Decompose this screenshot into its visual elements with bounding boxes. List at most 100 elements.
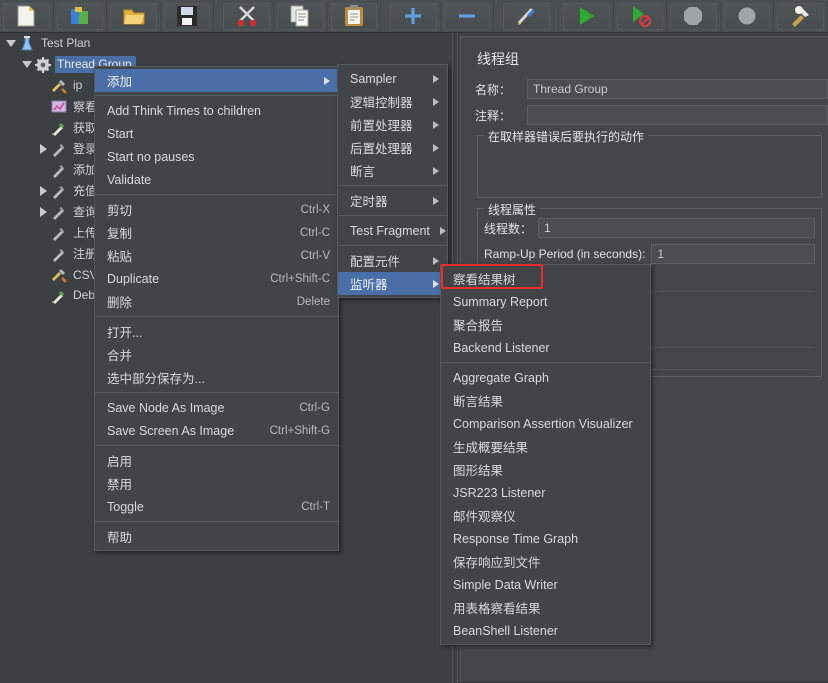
menu-item[interactable]: 删除 Delete <box>95 290 338 313</box>
menu-item-accelerator: Ctrl-G <box>299 401 330 414</box>
tree-item-label: ip <box>73 78 83 92</box>
controller-icon <box>53 164 64 178</box>
menu-item[interactable]: 配置元件 <box>338 249 447 272</box>
config-element-icon <box>52 79 67 94</box>
menu-separator <box>95 194 338 195</box>
menu-item-label: Save Screen As Image <box>107 423 235 438</box>
menu-item[interactable]: 察看结果树 <box>441 267 650 290</box>
expand-all-button[interactable] <box>387 0 441 32</box>
chevron-down-icon[interactable] <box>4 33 18 54</box>
menu-item[interactable]: Test Fragment <box>338 219 447 242</box>
submenu-arrow-icon <box>433 196 439 205</box>
menu-item[interactable]: 选中部分保存为... <box>95 366 338 389</box>
menu-item[interactable]: 定时器 <box>338 189 447 212</box>
tree-item-label: Test Plan <box>41 36 91 50</box>
menu-item-label: Test Fragment <box>350 223 430 238</box>
chevron-down-icon[interactable] <box>20 54 34 75</box>
menu-item[interactable]: 聚合报告 <box>441 313 650 336</box>
tree-item-0[interactable]: Test Plan <box>0 33 452 54</box>
menu-item[interactable]: Aggregate Graph <box>441 366 650 389</box>
menu-item[interactable]: Simple Data Writer <box>441 573 650 596</box>
menu-separator <box>338 185 447 186</box>
chevron-right-icon[interactable] <box>36 201 50 222</box>
menu-item-label: Simple Data Writer <box>453 577 558 592</box>
menu-item[interactable]: 邮件观察仪 <box>441 504 650 527</box>
listener-submenu[interactable]: 察看结果树 Summary Report 聚合报告 Backend Listener A… <box>440 264 651 645</box>
menu-item[interactable]: BeanShell Listener <box>441 619 650 642</box>
menu-item-label: 禁用 <box>107 478 133 492</box>
menu-item[interactable]: Summary Report <box>441 290 650 313</box>
menu-item[interactable]: 后置处理器 <box>338 136 447 159</box>
copy-button[interactable] <box>274 0 328 32</box>
templates-button[interactable] <box>54 0 108 32</box>
menu-item[interactable]: 复制 Ctrl-C <box>95 221 338 244</box>
menu-item[interactable]: 断言 <box>338 159 447 182</box>
rampup-row: Ramp-Up Period (in seconds): 1 <box>484 244 815 264</box>
toggle-button[interactable] <box>500 0 554 32</box>
menu-item[interactable]: 帮助 <box>95 525 338 548</box>
error-action-options[interactable] <box>484 145 815 191</box>
menu-item[interactable]: Comparison Assertion Visualizer <box>441 412 650 435</box>
copy-pages-icon <box>290 5 309 27</box>
cut-button[interactable] <box>220 0 274 32</box>
menu-item[interactable]: Duplicate Ctrl+Shift-C <box>95 267 338 290</box>
templates-icon <box>70 7 88 24</box>
menu-item[interactable]: 禁用 <box>95 472 338 495</box>
threads-input[interactable]: 1 <box>538 218 815 238</box>
menu-item[interactable]: Start no pauses <box>95 145 338 168</box>
clear-all-button[interactable] <box>774 0 828 32</box>
menu-item-label: 合并 <box>107 349 133 363</box>
submenu-arrow-icon <box>433 279 439 288</box>
name-input[interactable]: Thread Group <box>527 79 828 99</box>
chevron-right-icon[interactable] <box>36 138 50 159</box>
menu-item[interactable]: Sampler <box>338 67 447 90</box>
menu-item[interactable]: 监听器 <box>338 272 447 295</box>
start-button[interactable] <box>560 0 614 32</box>
menu-item[interactable]: 用表格察看结果 <box>441 596 650 619</box>
menu-item[interactable]: 断言结果 <box>441 389 650 412</box>
menu-item[interactable]: Validate <box>95 168 338 191</box>
menu-item-label: 帮助 <box>107 531 133 545</box>
menu-item[interactable]: 生成概要结果 <box>441 435 650 458</box>
thread-group-gear-icon <box>35 56 51 73</box>
rampup-input[interactable]: 1 <box>651 244 815 264</box>
menu-item[interactable]: 图形结果 <box>441 458 650 481</box>
menu-item[interactable]: Start <box>95 122 338 145</box>
menu-item[interactable]: 打开... <box>95 320 338 343</box>
menu-item[interactable]: 粘贴 Ctrl-V <box>95 244 338 267</box>
collapse-all-button[interactable] <box>441 0 495 32</box>
menu-item[interactable]: Save Screen As Image Ctrl+Shift-G <box>95 419 338 442</box>
comment-input[interactable] <box>527 105 828 125</box>
menu-item[interactable]: Backend Listener <box>441 336 650 359</box>
menu-separator <box>95 392 338 393</box>
menu-separator <box>95 445 338 446</box>
menu-item[interactable]: 保存响应到文件 <box>441 550 650 573</box>
add-submenu[interactable]: Sampler 逻辑控制器 前置处理器 后置处理器 断言定时器 Test Fragment… <box>337 64 448 298</box>
stop-button[interactable] <box>667 0 721 32</box>
save-button[interactable] <box>161 0 215 32</box>
menu-item[interactable]: JSR223 Listener <box>441 481 650 504</box>
menu-item[interactable]: 剪切 Ctrl-X <box>95 198 338 221</box>
menu-item[interactable]: 启用 <box>95 449 338 472</box>
menu-item[interactable]: Response Time Graph <box>441 527 650 550</box>
menu-item[interactable]: Add Think Times to children <box>95 99 338 122</box>
menu-item[interactable]: 合并 <box>95 343 338 366</box>
menu-item-accelerator: Ctrl-V <box>300 249 330 262</box>
menu-item[interactable]: 添加 <box>95 69 338 92</box>
play-no-pause-icon <box>632 6 651 27</box>
open-button[interactable] <box>107 0 161 32</box>
menu-item[interactable]: 前置处理器 <box>338 113 447 136</box>
chevron-right-icon[interactable] <box>36 180 50 201</box>
shutdown-button[interactable] <box>721 0 775 32</box>
menu-item-label: Toggle <box>107 499 144 514</box>
start-no-pauses-button[interactable] <box>614 0 668 32</box>
menu-item[interactable]: 逻辑控制器 <box>338 90 447 113</box>
menu-item[interactable]: Save Node As Image Ctrl-G <box>95 396 338 419</box>
menu-item-label: Start <box>107 126 134 141</box>
new-document-button[interactable] <box>0 0 54 32</box>
paste-button[interactable] <box>328 0 382 32</box>
node-context-menu[interactable]: 添加 Add Think Times to children Start Start … <box>94 66 339 551</box>
plus-icon <box>405 8 422 24</box>
menu-item[interactable]: Toggle Ctrl-T <box>95 495 338 518</box>
